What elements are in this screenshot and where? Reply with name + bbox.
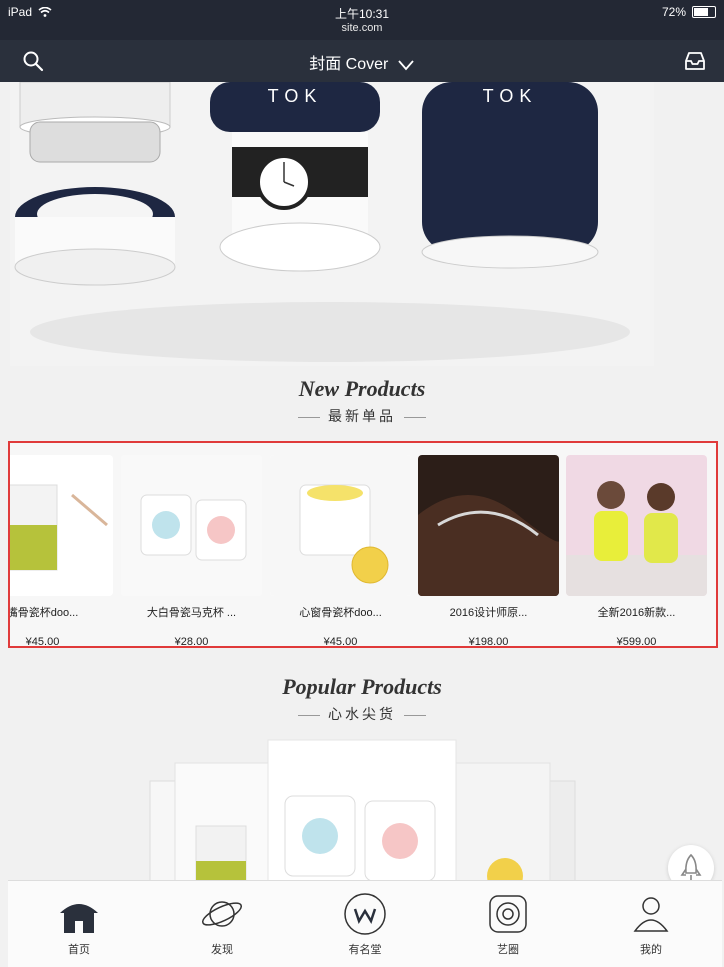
- popular-products-title: Popular Products: [282, 674, 442, 699]
- hero-banner[interactable]: TOK TOK: [10, 82, 654, 366]
- tab-yiquan[interactable]: 艺圈: [437, 881, 579, 967]
- hero-brand-right: TOK: [483, 86, 538, 106]
- tab-bar: 首页 发现 有名堂 艺圈 我的: [8, 880, 722, 967]
- product-image: [418, 455, 559, 596]
- popular-products-subtitle: 心水尖货: [0, 704, 724, 724]
- w-circle-icon: [344, 893, 386, 935]
- product-image: [270, 455, 411, 596]
- tab-home[interactable]: 首页: [8, 881, 150, 967]
- tab-label: 发现: [211, 944, 233, 956]
- new-products-subtitle-text: 最新单品: [328, 408, 396, 424]
- nav-title[interactable]: 封面 Cover: [0, 50, 724, 74]
- product-card[interactable]: 大白骨瓷马克杯 ... ¥28.00: [121, 455, 262, 648]
- status-time: 上午10:31: [334, 7, 390, 21]
- battery-percent: 72%: [661, 5, 686, 19]
- status-bar: iPad 上午10:31 site.com 72%: [0, 0, 724, 40]
- inbox-icon[interactable]: [684, 51, 706, 71]
- product-price: ¥198.00: [468, 636, 509, 648]
- url-label[interactable]: site.com: [0, 22, 724, 34]
- battery-icon: [692, 6, 716, 18]
- product-name: 2016设计师原...: [449, 607, 528, 619]
- product-image: [121, 455, 262, 596]
- product-card[interactable]: 2016设计师原... ¥198.00: [418, 455, 559, 648]
- user-icon: [633, 897, 669, 932]
- planet-icon: [201, 901, 243, 927]
- tab-label: 首页: [68, 944, 90, 956]
- divider: [404, 714, 426, 716]
- status-right: 72%: [662, 5, 716, 19]
- hero-brand-left: TOK: [268, 86, 323, 106]
- tab-discover[interactable]: 发现: [151, 881, 293, 967]
- hero-image: TOK TOK: [10, 82, 654, 366]
- new-products-subtitle: 最新单品: [0, 406, 724, 426]
- divider: [404, 416, 426, 418]
- product-name: 心窗骨瓷杯doo...: [299, 607, 382, 619]
- tab-label: 我的: [640, 944, 662, 956]
- product-card[interactable]: 心窗骨瓷杯doo... ¥45.00: [270, 455, 411, 648]
- new-products-title: New Products: [298, 376, 426, 401]
- popular-products-subtitle-text: 心水尖货: [328, 706, 396, 722]
- product-card[interactable]: 嘴骨瓷杯doo... ¥45.00: [8, 455, 113, 648]
- nav-title-label: 封面 Cover: [309, 56, 389, 73]
- tab-label: 有名堂: [348, 944, 382, 956]
- tab-youmingtang[interactable]: 有名堂: [294, 881, 436, 967]
- divider: [298, 416, 320, 418]
- home-icon: [60, 904, 98, 933]
- nav-bar: 封面 Cover: [0, 40, 724, 82]
- product-price: ¥28.00: [174, 636, 209, 648]
- product-card[interactable]: 全新2016新款... ¥599.00: [566, 455, 707, 648]
- chevron-down-icon: [398, 60, 414, 71]
- product-name: 全新2016新款...: [597, 607, 676, 619]
- product-price: ¥45.00: [323, 636, 358, 648]
- tab-mine[interactable]: 我的: [580, 881, 722, 967]
- product-name: 大白骨瓷马克杯 ...: [146, 607, 237, 619]
- product-price: ¥599.00: [616, 636, 657, 648]
- new-products-carousel[interactable]: 嘴骨瓷杯doo... ¥45.00 大白骨瓷马克杯 ... ¥28.00 心窗骨…: [8, 441, 718, 648]
- target-icon: [489, 895, 527, 933]
- product-price: ¥45.00: [25, 636, 60, 648]
- product-image: [566, 455, 707, 596]
- divider: [298, 714, 320, 716]
- product-name: 嘴骨瓷杯doo...: [8, 607, 79, 619]
- tab-label: 艺圈: [497, 944, 519, 956]
- product-image: [10, 455, 113, 596]
